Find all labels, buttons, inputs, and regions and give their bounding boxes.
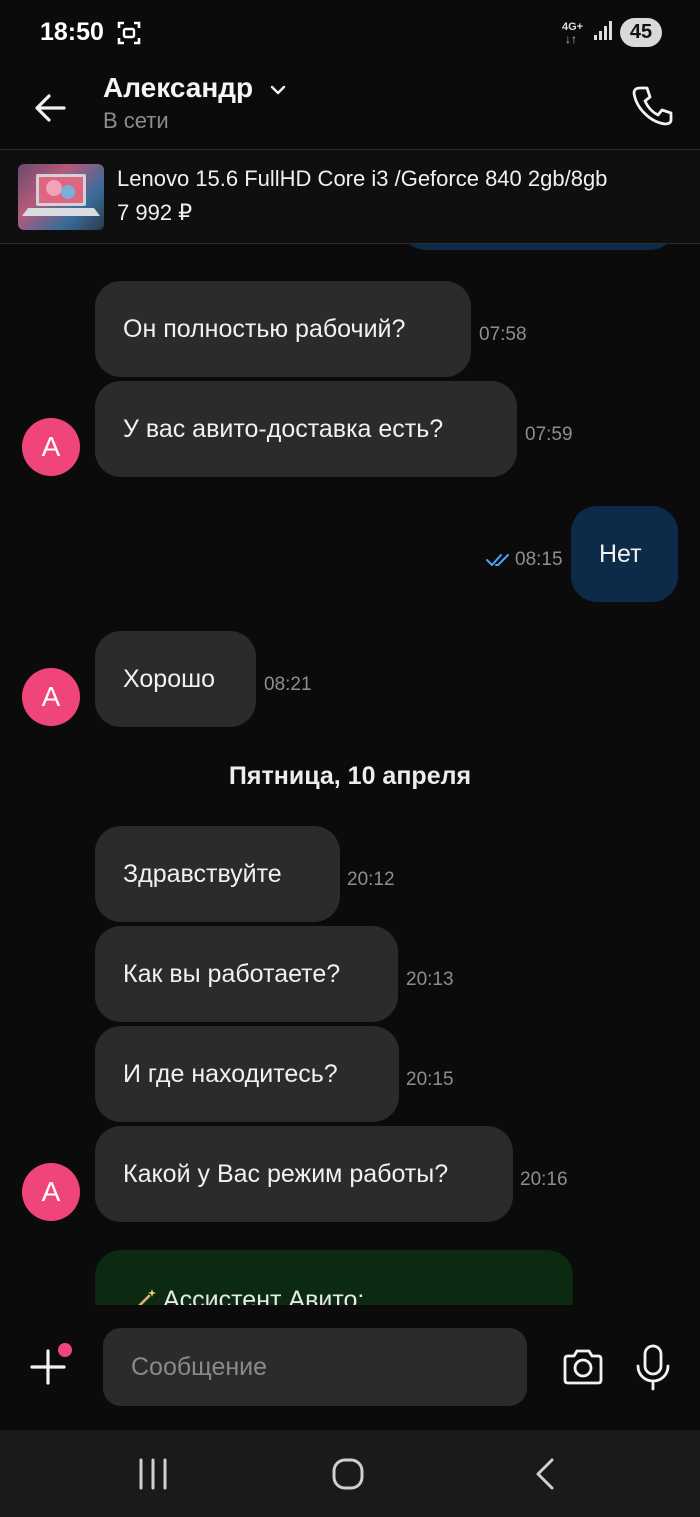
message-text: Он полностью рабочий? (123, 314, 406, 343)
home-icon[interactable] (328, 1454, 368, 1494)
laptop-image (22, 174, 100, 216)
message-text: Здравствуйте (123, 859, 282, 888)
chat-header: Александр В сети (0, 66, 700, 150)
system-nav-bar (0, 1430, 700, 1517)
message-list[interactable]: Он полностью рабочий? 07:58 А У вас авит… (0, 244, 700, 1305)
notification-dot (58, 1343, 72, 1357)
date-separator: Пятница, 10 апреля (228, 762, 472, 790)
read-ticks-icon (486, 554, 509, 566)
message-text: Хорошо (123, 664, 216, 693)
message-time: 08:21 (264, 674, 312, 695)
incoming-message[interactable]: Какой у Вас режим работы? (95, 1126, 513, 1222)
contact-name[interactable]: Александр (103, 72, 253, 104)
message-time: 20:16 (520, 1169, 568, 1190)
incoming-message[interactable]: Здравствуйте (95, 826, 340, 922)
assistant-label: Ассистент Авито: (163, 1286, 365, 1305)
avatar[interactable]: А (22, 668, 80, 726)
network-indicator: 4G+ ↓↑ (562, 21, 588, 47)
microphone-icon[interactable] (632, 1343, 674, 1391)
status-time: 18:50 (40, 18, 104, 46)
message-time: 08:15 (515, 549, 563, 570)
incoming-message[interactable]: Как вы работаете? (95, 926, 398, 1022)
avatar[interactable]: А (22, 1163, 80, 1221)
phone-icon[interactable] (628, 80, 678, 130)
contact-status: В сети (103, 108, 169, 133)
nav-back-icon[interactable] (528, 1454, 564, 1494)
chevron-down-icon[interactable] (268, 80, 288, 100)
magic-wand-icon (138, 1289, 156, 1305)
camera-icon[interactable] (560, 1345, 606, 1389)
outgoing-message[interactable]: Нет (571, 506, 678, 602)
avatar[interactable]: А (22, 418, 80, 476)
message-text: У вас авито-доставка есть? (123, 414, 444, 443)
listing-title[interactable]: Lenovo 15.6 FullHD Core i3 /Geforce 840 … (117, 166, 607, 192)
message-input[interactable] (103, 1328, 527, 1406)
message-time: 07:59 (525, 424, 573, 445)
listing-price: 7 992 ₽ (117, 200, 193, 225)
status-bar: 18:50 4G+ ↓↑ 45 (0, 0, 700, 66)
assistant-message[interactable]: Ассистент Авито: (95, 1250, 573, 1305)
data-arrows-icon: ↓↑ (565, 32, 577, 46)
recent-apps-icon[interactable] (133, 1456, 173, 1492)
message-text: И где находитесь? (123, 1059, 338, 1088)
composer (0, 1305, 700, 1430)
message-text: Какой у Вас режим работы? (123, 1159, 449, 1188)
incoming-message[interactable]: Он полностью рабочий? (95, 281, 471, 377)
incoming-message[interactable]: Хорошо (95, 631, 256, 727)
incoming-message[interactable]: У вас авито-доставка есть? (95, 381, 517, 477)
message-text: Нет (599, 539, 642, 568)
incoming-message[interactable]: И где находитесь? (95, 1026, 399, 1122)
signal-icon (594, 21, 612, 40)
message-time: 07:58 (479, 324, 527, 345)
message-time: 20:15 (406, 1069, 454, 1090)
listing-thumbnail[interactable] (18, 164, 104, 230)
battery-indicator: 45 (620, 18, 662, 47)
message-time: 20:12 (347, 869, 395, 890)
listing-card[interactable]: Lenovo 15.6 FullHD Core i3 /Geforce 840 … (0, 150, 700, 244)
screen-record-icon (117, 21, 141, 45)
outgoing-bubble-partial (400, 244, 676, 250)
arrow-left-icon[interactable] (28, 86, 74, 130)
message-time: 20:13 (406, 969, 454, 990)
message-text: Как вы работаете? (123, 959, 341, 988)
